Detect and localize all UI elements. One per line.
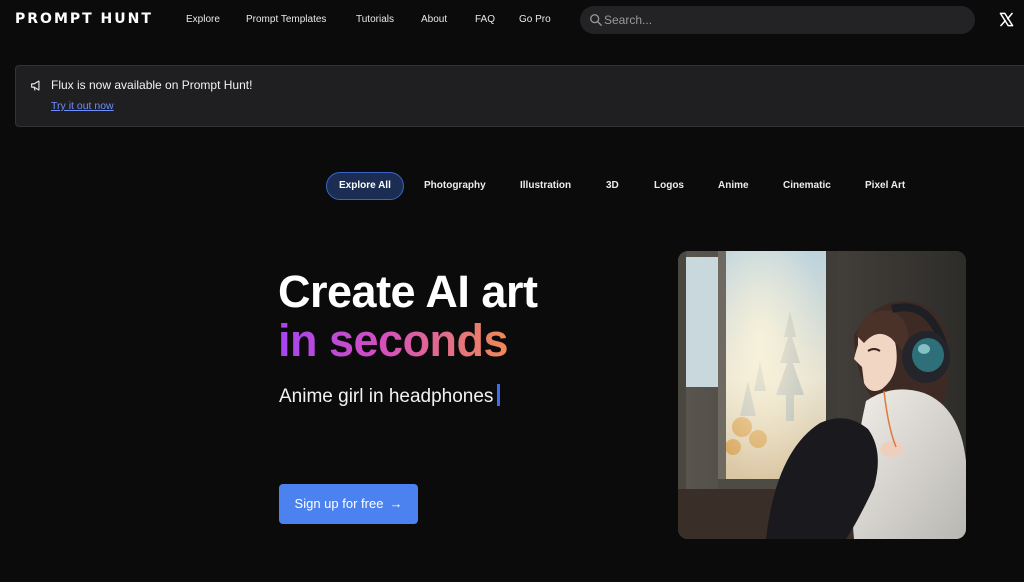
search-bar[interactable] bbox=[580, 6, 975, 34]
announcement-message: Flux is now available on Prompt Hunt! bbox=[51, 78, 253, 92]
tab-cinematic[interactable]: Cinematic bbox=[783, 172, 831, 200]
tab-pixel-art[interactable]: Pixel Art bbox=[865, 172, 905, 200]
tab-illustration[interactable]: Illustration bbox=[520, 172, 571, 200]
sign-up-button[interactable]: Sign up for free → bbox=[279, 484, 418, 524]
nav-faq[interactable]: FAQ bbox=[475, 14, 495, 25]
hero-artwork-image bbox=[678, 251, 966, 539]
nav-tutorials[interactable]: Tutorials bbox=[356, 14, 394, 25]
top-nav: PROMPT HUNT Explore Prompt Templates Tut… bbox=[0, 0, 1024, 40]
search-input[interactable] bbox=[604, 6, 964, 34]
hero-title: Create AI art bbox=[278, 266, 538, 317]
megaphone-icon bbox=[31, 80, 40, 91]
site-logo[interactable]: PROMPT HUNT bbox=[15, 11, 153, 27]
tab-logos[interactable]: Logos bbox=[654, 172, 684, 200]
announcement-banner: Flux is now available on Prompt Hunt! Tr… bbox=[15, 65, 1024, 127]
typed-prompt-text: Anime girl in headphones bbox=[279, 386, 494, 407]
tab-anime[interactable]: Anime bbox=[718, 172, 749, 200]
nav-about[interactable]: About bbox=[421, 14, 447, 25]
arrow-right-icon: → bbox=[389, 496, 403, 511]
tab-3d[interactable]: 3D bbox=[606, 172, 619, 200]
hero-subtitle: in seconds bbox=[278, 315, 509, 366]
nav-prompt-templates[interactable]: Prompt Templates bbox=[246, 14, 326, 25]
tab-explore-all[interactable]: Explore All bbox=[326, 172, 404, 200]
tab-photography[interactable]: Photography bbox=[424, 172, 486, 200]
sign-up-label: Sign up for free bbox=[294, 496, 384, 511]
category-tabs: Explore All Photography Illustration 3D … bbox=[0, 172, 1024, 200]
page: PROMPT HUNT Explore Prompt Templates Tut… bbox=[0, 0, 1024, 582]
search-icon bbox=[590, 14, 602, 26]
try-it-out-link[interactable]: Try it out now bbox=[51, 100, 114, 112]
x-logo-icon[interactable] bbox=[999, 12, 1014, 27]
nav-explore[interactable]: Explore bbox=[186, 14, 220, 25]
nav-go-pro[interactable]: Go Pro bbox=[519, 14, 551, 25]
text-caret bbox=[497, 384, 501, 406]
typed-prompt-demo: Anime girl in headphones bbox=[279, 384, 501, 408]
